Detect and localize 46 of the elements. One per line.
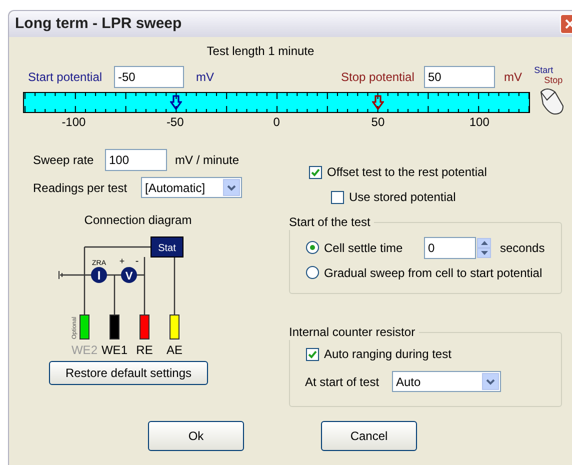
radio-label: Cell settle time <box>324 240 404 256</box>
diagram-title: Connection diagram <box>84 212 192 229</box>
stop-potential-field[interactable]: 50 <box>424 66 495 88</box>
unit-label: mV <box>196 69 215 86</box>
tick-label: -100 <box>60 114 87 131</box>
radio-label: Gradual sweep from cell to start potential <box>324 264 542 282</box>
start-potential-label: Start potential <box>28 69 104 86</box>
radio-button[interactable] <box>306 266 319 279</box>
stop-potential-label: Stop potential <box>341 69 416 86</box>
checkbox[interactable] <box>309 166 322 178</box>
stop-hint-text: Stop <box>544 74 563 87</box>
group-title: Start of the test <box>289 214 374 230</box>
sweep-rate-label: Sweep rate <box>33 152 95 169</box>
tick-label: 50 <box>370 114 386 131</box>
checkbox[interactable] <box>306 348 319 360</box>
marker-arrow-icon[interactable] <box>170 95 182 110</box>
checkbox[interactable] <box>331 190 344 204</box>
marker-arrow-icon[interactable] <box>372 95 384 110</box>
checkbox-label: Offset test to the rest potential <box>327 164 487 181</box>
down-arrow-icon <box>480 250 488 254</box>
tick-label: 100 <box>468 114 490 131</box>
checkbox-label: Use stored potential <box>349 189 456 206</box>
spinner-control[interactable] <box>477 238 491 258</box>
readings-per-test-label: Readings per test <box>33 180 128 196</box>
readings-per-test-select[interactable]: [Automatic] <box>141 177 242 198</box>
up-arrow-icon <box>480 240 488 244</box>
at-start-label: At start of test <box>305 374 380 390</box>
tick-label: 0 <box>272 114 281 131</box>
at-start-select[interactable]: Auto <box>392 371 501 392</box>
settle-time-field[interactable]: 0 <box>424 236 476 258</box>
tick-label: -50 <box>165 114 185 131</box>
checkbox-label: Auto ranging during test <box>324 346 452 363</box>
window-title: Long term - LPR sweep <box>15 14 182 34</box>
dialog-button[interactable]: Ok <box>148 421 244 451</box>
unit-label: mV <box>504 69 522 86</box>
restore-defaults-button[interactable]: Restore default settings <box>49 361 208 385</box>
sweep-rate-field[interactable]: 100 <box>105 149 167 171</box>
start-hint-text: Start <box>534 64 554 76</box>
close-icon <box>565 19 572 29</box>
test-length-text: Test length 1 minute <box>206 43 314 60</box>
unit-label: seconds <box>500 240 545 256</box>
group-title: Internal counter resistor <box>289 324 420 340</box>
unit-label: mV / minute <box>175 152 240 169</box>
radio-button[interactable] <box>306 241 319 254</box>
start-potential-field[interactable]: -50 <box>114 66 184 88</box>
dialog-button[interactable]: Cancel <box>321 421 417 451</box>
